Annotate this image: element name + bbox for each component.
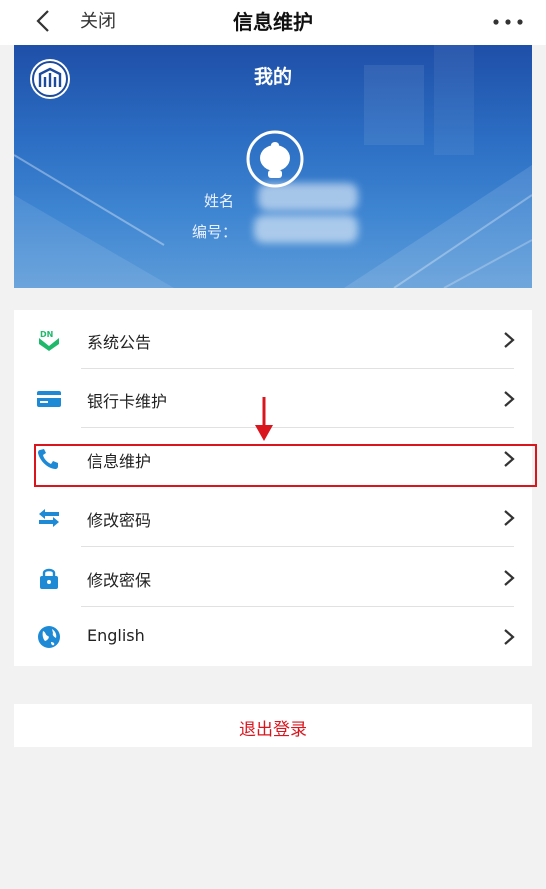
redacted-name	[258, 183, 358, 211]
divider	[81, 546, 514, 547]
more-options-icon[interactable]	[488, 10, 528, 30]
swap-arrows-icon	[39, 509, 59, 527]
menu-list: DN 系统公告 银行卡维护 信息维护 修改密码 修改密保 English	[14, 310, 532, 666]
avatar[interactable]	[244, 128, 306, 190]
menu-item-change-password[interactable]: 修改密码	[14, 488, 532, 547]
menu-item-label: 系统公告	[87, 333, 152, 352]
bank-card-icon	[37, 391, 61, 407]
top-nav-bar: 关闭 信息维护	[0, 0, 546, 45]
divider	[81, 427, 514, 428]
menu-item-label: 修改密保	[87, 571, 152, 590]
logout-label: 退出登录	[239, 720, 307, 740]
page-title: 信息维护	[233, 10, 313, 34]
profile-banner: 我的 姓名 编号：	[14, 45, 532, 288]
banner-title: 我的	[253, 66, 292, 88]
menu-item-english[interactable]: English	[14, 607, 532, 666]
svg-text:DN: DN	[40, 330, 53, 339]
menu-item-announcement[interactable]: DN 系统公告	[14, 310, 532, 369]
annotation-arrow-icon	[255, 397, 273, 441]
globe-icon	[38, 626, 60, 648]
chevron-right-icon	[504, 629, 515, 645]
announcement-icon: DN	[39, 330, 59, 351]
chevron-right-icon	[504, 391, 515, 407]
chevron-right-icon	[504, 332, 515, 348]
user-name-label: 姓名	[204, 192, 235, 210]
menu-item-label: English	[87, 626, 145, 645]
menu-item-label: 银行卡维护	[87, 392, 168, 411]
lock-icon	[40, 568, 58, 589]
menu-item-security-question[interactable]: 修改密保	[14, 548, 532, 607]
chevron-right-icon	[504, 570, 515, 586]
logout-button[interactable]: 退出登录	[14, 704, 532, 747]
redacted-code	[254, 215, 358, 243]
annotation-highlight-box	[34, 444, 537, 487]
user-code-label: 编号：	[192, 223, 238, 241]
chevron-right-icon	[504, 510, 515, 526]
menu-item-label: 修改密码	[87, 511, 152, 530]
